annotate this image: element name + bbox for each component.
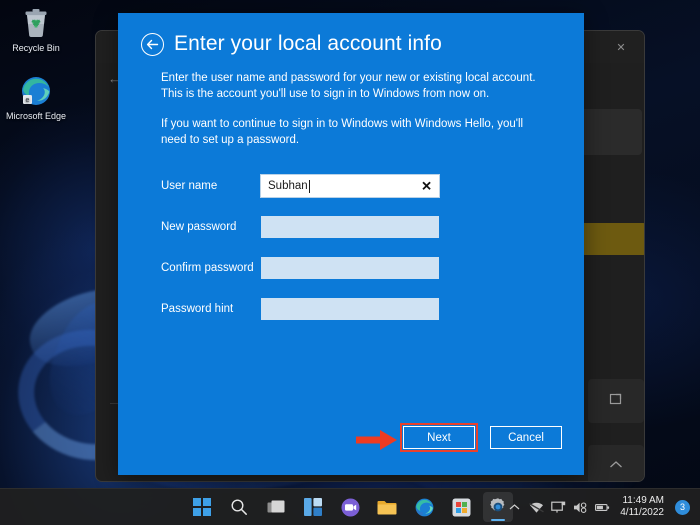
tray-network-icon[interactable] (551, 500, 566, 515)
page-title: Enter your local account info (174, 32, 442, 56)
taskbar-clock[interactable]: 11:49 AM 4/11/2022 (617, 495, 668, 519)
close-button[interactable]: ✕ (600, 31, 642, 63)
label-password-hint: Password hint (161, 303, 261, 315)
recycle-bin-icon (4, 6, 68, 40)
taskbar-task-view-button[interactable] (261, 492, 291, 522)
cancel-button[interactable]: Cancel (490, 426, 562, 449)
user-name-input[interactable]: Subhan ✕ (261, 175, 439, 197)
label-new-password: New password (161, 221, 261, 233)
system-tray: 11:49 AM 4/11/2022 3 (507, 495, 694, 519)
tray-battery-icon[interactable] (595, 500, 610, 515)
svg-text:e: e (26, 97, 30, 104)
desktop-icon-recycle-bin[interactable]: Recycle Bin (4, 6, 68, 54)
back-arrow-icon (146, 39, 159, 50)
notification-badge[interactable]: 3 (675, 500, 690, 515)
file-explorer-icon (377, 499, 397, 516)
dialog-paragraph-1: Enter the user name and password for you… (161, 71, 546, 102)
taskbar: 11:49 AM 4/11/2022 3 (0, 488, 700, 525)
taskbar-center-group (187, 492, 513, 522)
taskbar-store-button[interactable] (446, 492, 476, 522)
form-row-password-hint: Password hint (161, 298, 584, 320)
account-form: User name Subhan ✕ New password Confirm … (161, 175, 584, 320)
password-hint-input[interactable] (261, 298, 439, 320)
start-icon (193, 498, 211, 516)
edge-icon (415, 498, 434, 517)
confirm-password-input[interactable] (261, 257, 439, 279)
tray-volume-icon[interactable] (573, 500, 588, 515)
desktop-icon-label: Recycle Bin (4, 43, 68, 54)
edge-icon: e (4, 74, 68, 108)
tray-chevron-up-icon[interactable] (507, 500, 522, 515)
text-caret (309, 180, 310, 193)
taskbar-search-button[interactable] (224, 492, 254, 522)
user-name-value: Subhan (262, 180, 308, 192)
taskbar-start-button[interactable] (187, 492, 217, 522)
label-user-name: User name (161, 180, 261, 192)
new-password-input[interactable] (261, 216, 439, 238)
form-row-confirm-password: Confirm password (161, 257, 584, 279)
local-account-dialog: Enter your local account info Enter the … (118, 13, 584, 475)
annotation-arrow-icon (356, 428, 398, 452)
chat-icon (341, 498, 360, 517)
clock-time: 11:49 AM (620, 495, 664, 507)
settings-gear-icon (488, 497, 508, 517)
desktop-icon-label: Microsoft Edge (4, 111, 68, 122)
taskbar-widgets-button[interactable] (298, 492, 328, 522)
external-link-icon (609, 392, 623, 411)
background-card-external-link[interactable] (588, 379, 644, 423)
background-card-chevron[interactable] (588, 445, 644, 482)
dialog-footer: Next Cancel (400, 423, 562, 452)
search-icon (230, 498, 248, 516)
taskbar-file-explorer-button[interactable] (372, 492, 402, 522)
chevron-up-icon (609, 456, 623, 474)
task-view-icon (267, 499, 286, 516)
next-button[interactable]: Next (403, 426, 475, 449)
dialog-paragraph-2: If you want to continue to sign in to Wi… (161, 117, 546, 148)
clock-date: 4/11/2022 (620, 507, 664, 519)
clear-icon[interactable]: ✕ (421, 180, 432, 193)
back-button[interactable] (141, 33, 164, 56)
next-button-highlight: Next (400, 423, 478, 452)
widgets-icon (304, 498, 322, 516)
dialog-header: Enter your local account info (141, 32, 584, 56)
taskbar-edge-button[interactable] (409, 492, 439, 522)
tray-wifi-icon[interactable] (529, 500, 544, 515)
label-confirm-password: Confirm password (161, 262, 261, 274)
desktop-icon-microsoft-edge[interactable]: e Microsoft Edge (4, 74, 68, 122)
form-row-new-password: New password (161, 216, 584, 238)
form-row-username: User name Subhan ✕ (161, 175, 584, 197)
store-icon (452, 498, 471, 517)
desktop-screen: Recycle Bin e Microsoft Edge ☐ ✕ ← files… (0, 0, 700, 525)
taskbar-chat-button[interactable] (335, 492, 365, 522)
